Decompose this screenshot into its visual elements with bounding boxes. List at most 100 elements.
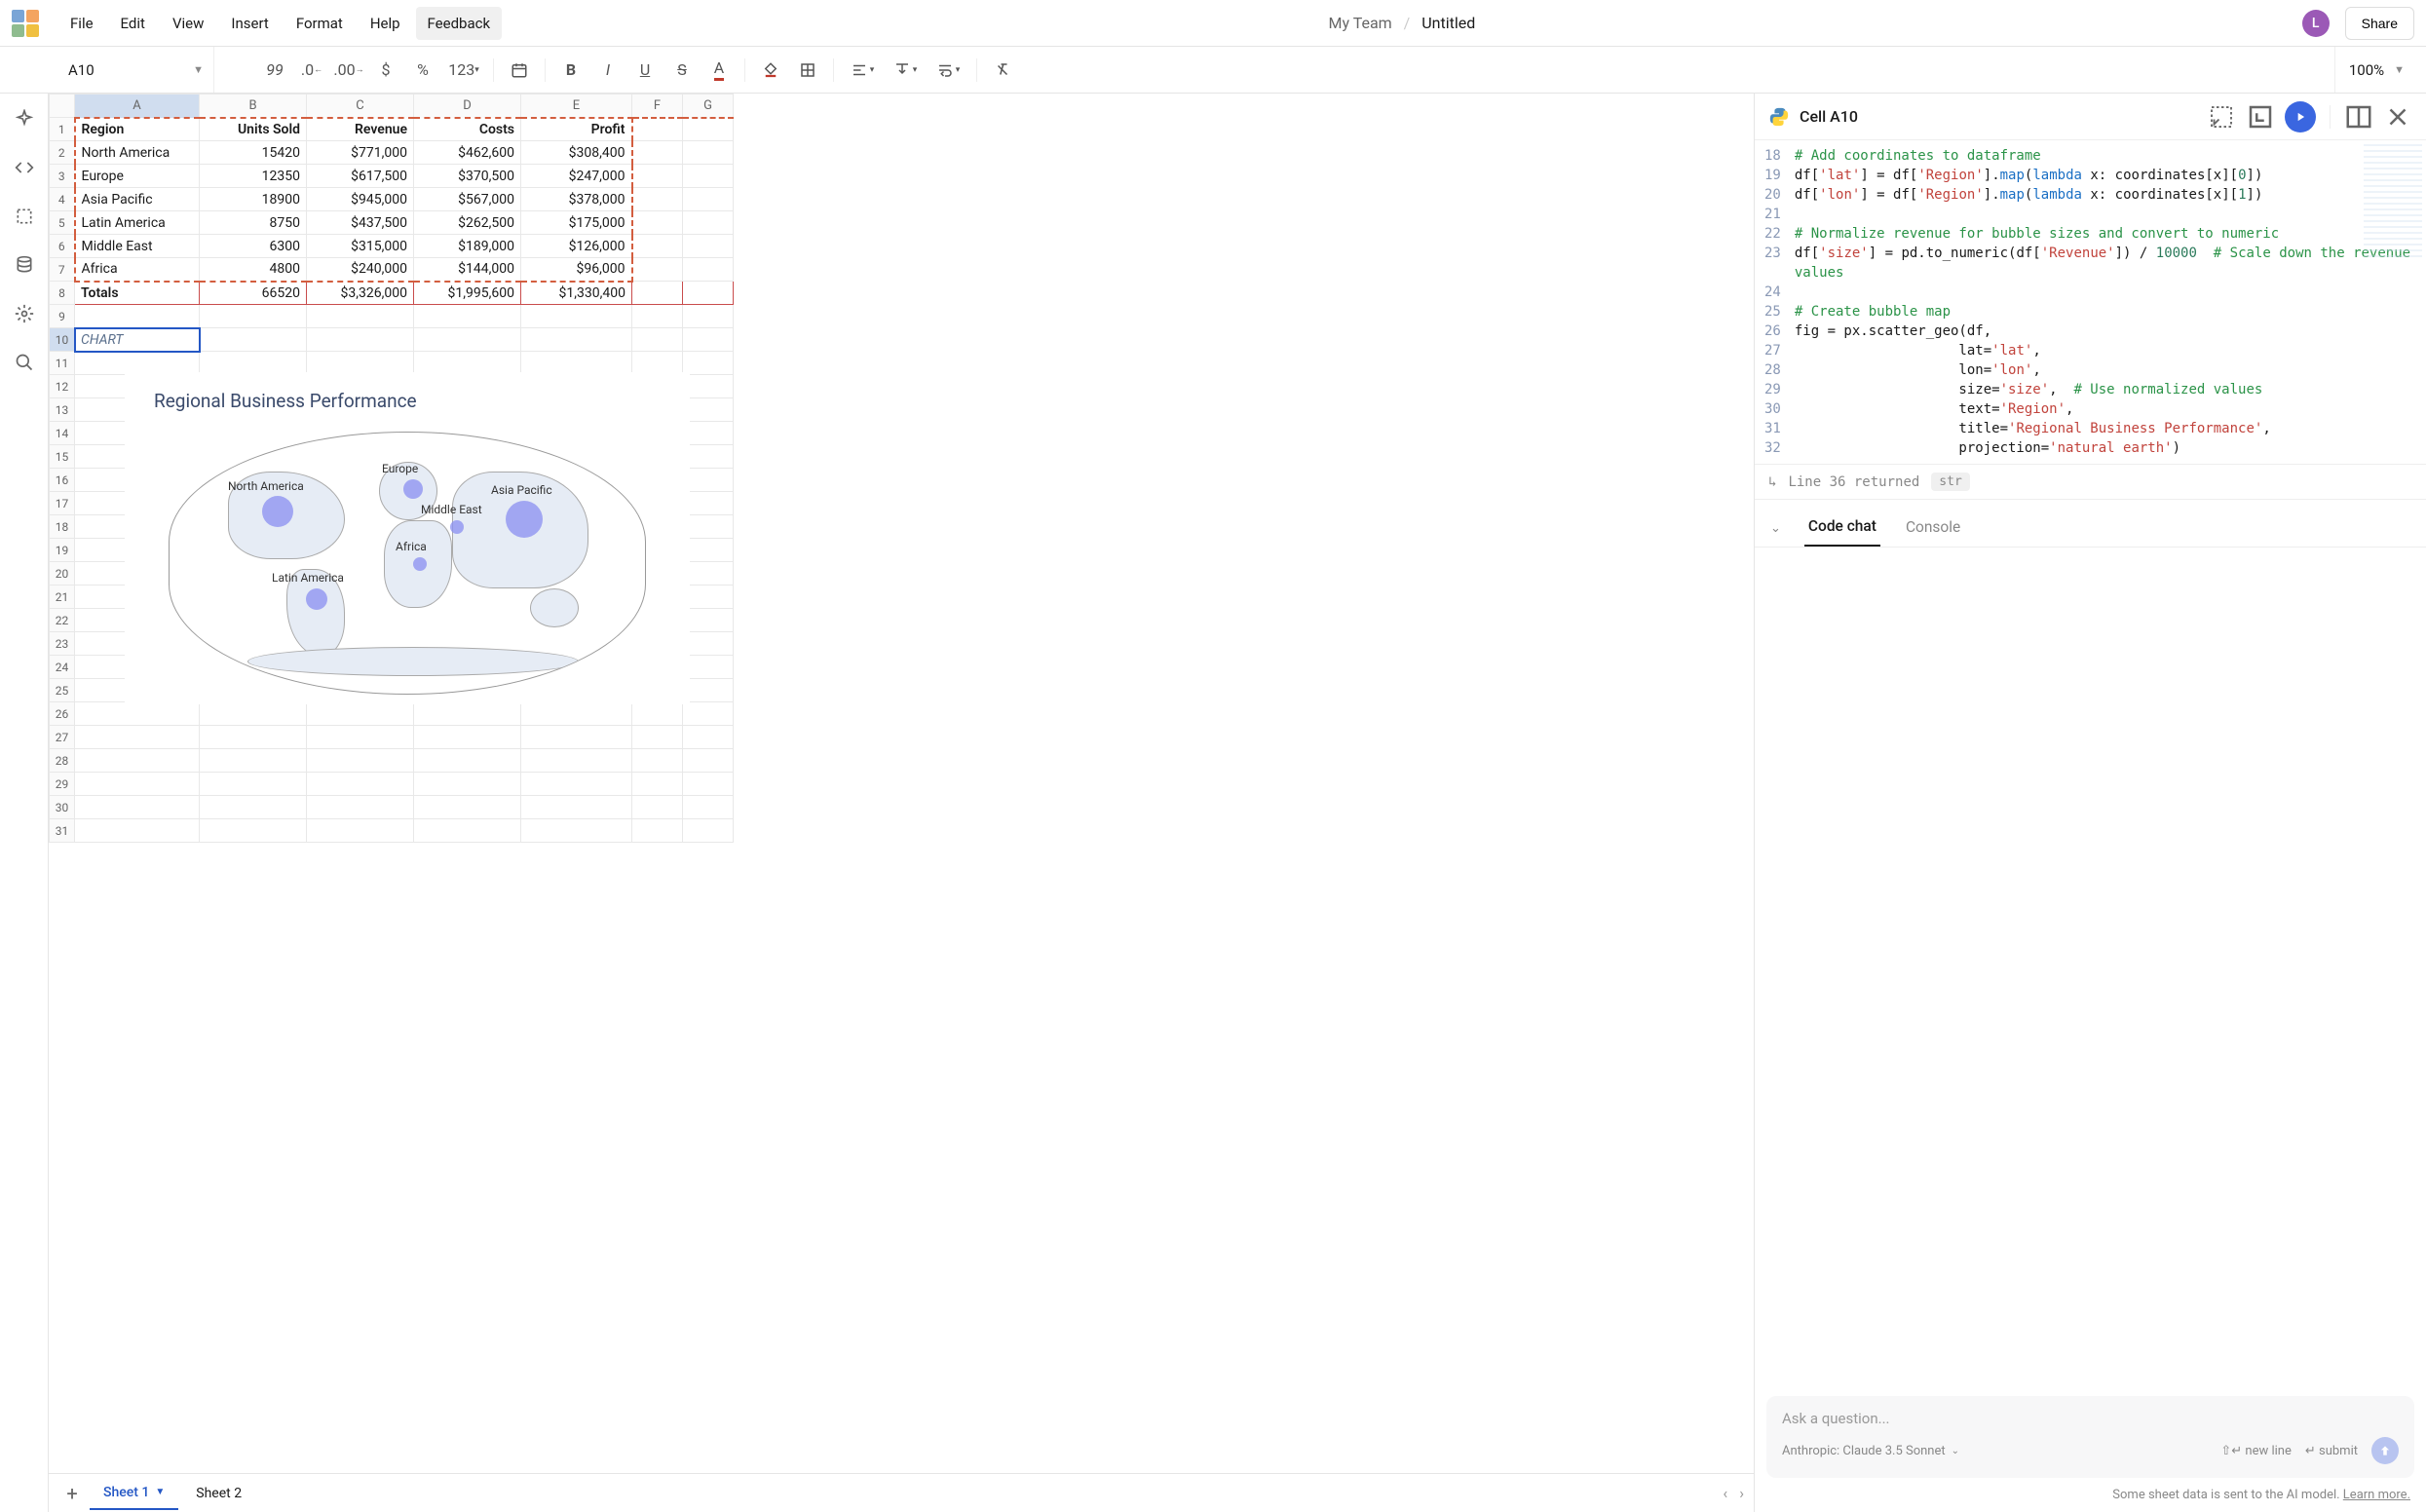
tab-code-chat[interactable]: Code chat: [1804, 510, 1880, 547]
cell[interactable]: 8750: [200, 211, 307, 235]
cell[interactable]: Asia Pacific: [75, 188, 200, 211]
menu-feedback[interactable]: Feedback: [416, 7, 503, 40]
cell[interactable]: $437,500: [307, 211, 414, 235]
cell[interactable]: $378,000: [521, 188, 632, 211]
settings-icon[interactable]: [9, 298, 40, 329]
row-header[interactable]: 24: [50, 656, 75, 679]
menu-format[interactable]: Format: [284, 7, 355, 40]
italic-button[interactable]: I: [590, 53, 625, 88]
menu-view[interactable]: View: [161, 7, 215, 40]
row-header[interactable]: 4: [50, 188, 75, 211]
borders-button[interactable]: [790, 53, 825, 88]
column-header[interactable]: E: [521, 94, 632, 118]
cell[interactable]: $945,000: [307, 188, 414, 211]
increase-decimal-button[interactable]: .00→: [331, 53, 366, 88]
row-header[interactable]: 26: [50, 702, 75, 726]
cell[interactable]: Europe: [75, 165, 200, 188]
cell[interactable]: Region: [75, 118, 200, 141]
row-header[interactable]: 10: [50, 328, 75, 352]
cell[interactable]: Africa: [75, 258, 200, 282]
spill-icon[interactable]: [2207, 102, 2236, 132]
menu-insert[interactable]: Insert: [219, 7, 280, 40]
row-header[interactable]: 3: [50, 165, 75, 188]
date-button[interactable]: [502, 53, 537, 88]
cell[interactable]: 4800: [200, 258, 307, 282]
select-icon[interactable]: [9, 201, 40, 232]
decrease-decimal-button[interactable]: .0←: [294, 53, 329, 88]
row-header[interactable]: 1: [50, 118, 75, 141]
cell-reference-box[interactable]: A10 ▼: [58, 47, 214, 93]
database-icon[interactable]: [9, 249, 40, 281]
sheet-next-button[interactable]: ›: [1739, 1484, 1744, 1502]
currency-button[interactable]: $: [368, 53, 403, 88]
row-header[interactable]: 31: [50, 819, 75, 843]
add-sheet-button[interactable]: +: [58, 1480, 86, 1507]
cell[interactable]: $189,000: [414, 235, 521, 258]
sheet-prev-button[interactable]: ‹: [1723, 1484, 1727, 1502]
sheet-tab-1[interactable]: Sheet 1▼: [90, 1477, 178, 1510]
menu-help[interactable]: Help: [359, 7, 412, 40]
row-header[interactable]: 8: [50, 282, 75, 305]
row-header[interactable]: 17: [50, 492, 75, 515]
cell[interactable]: $1,330,400: [521, 282, 632, 305]
app-logo[interactable]: [12, 10, 39, 37]
search-icon[interactable]: [9, 347, 40, 378]
expand-icon[interactable]: [2246, 102, 2275, 132]
row-header[interactable]: 12: [50, 375, 75, 398]
cell[interactable]: $247,000: [521, 165, 632, 188]
split-view-icon[interactable]: [2344, 102, 2373, 132]
wrap-button[interactable]: ▾: [928, 53, 968, 88]
percent-button[interactable]: %: [405, 53, 440, 88]
row-header[interactable]: 22: [50, 609, 75, 632]
model-selector[interactable]: Anthropic: Claude 3.5 Sonnet⌄: [1782, 1444, 1959, 1458]
clear-format-button[interactable]: [985, 53, 1020, 88]
row-header[interactable]: 25: [50, 679, 75, 702]
row-header[interactable]: 2: [50, 141, 75, 165]
code-minimap[interactable]: [2364, 144, 2422, 261]
menu-edit[interactable]: Edit: [109, 7, 157, 40]
send-button[interactable]: [2371, 1437, 2399, 1464]
code-editor[interactable]: 181920212223242526272829303132 # Add coo…: [1755, 140, 2426, 464]
breadcrumb-title[interactable]: Untitled: [1421, 14, 1475, 32]
sheet-tab-2[interactable]: Sheet 2: [182, 1478, 255, 1509]
underline-button[interactable]: U: [627, 53, 663, 88]
cell[interactable]: $771,000: [307, 141, 414, 165]
menu-file[interactable]: File: [58, 7, 105, 40]
cell[interactable]: 66520: [200, 282, 307, 305]
row-header[interactable]: 29: [50, 773, 75, 796]
row-header[interactable]: 14: [50, 422, 75, 445]
cell[interactable]: Profit: [521, 118, 632, 141]
learn-more-link[interactable]: Learn more.: [2343, 1488, 2410, 1502]
row-header[interactable]: 13: [50, 398, 75, 422]
text-color-button[interactable]: A: [701, 53, 737, 88]
select-all-corner[interactable]: [50, 94, 75, 118]
cell[interactable]: 18900: [200, 188, 307, 211]
cell[interactable]: $1,995,600: [414, 282, 521, 305]
row-header[interactable]: 9: [50, 305, 75, 328]
row-header[interactable]: 27: [50, 726, 75, 749]
cell[interactable]: Units Sold: [200, 118, 307, 141]
cell[interactable]: 6300: [200, 235, 307, 258]
row-header[interactable]: 16: [50, 469, 75, 492]
number-format-button[interactable]: 99: [257, 53, 292, 88]
cell[interactable]: $370,500: [414, 165, 521, 188]
column-header[interactable]: A: [75, 94, 200, 118]
cell[interactable]: $144,000: [414, 258, 521, 282]
column-header[interactable]: B: [200, 94, 307, 118]
row-header[interactable]: 23: [50, 632, 75, 656]
strikethrough-button[interactable]: S: [664, 53, 700, 88]
v-align-button[interactable]: ▾: [885, 53, 926, 88]
column-header[interactable]: F: [632, 94, 683, 118]
row-header[interactable]: 19: [50, 539, 75, 562]
cell[interactable]: $175,000: [521, 211, 632, 235]
column-header[interactable]: G: [683, 94, 734, 118]
row-header[interactable]: 5: [50, 211, 75, 235]
cell[interactable]: Totals: [75, 282, 200, 305]
cell[interactable]: Latin America: [75, 211, 200, 235]
ai-sparkle-icon[interactable]: [9, 103, 40, 134]
embedded-chart[interactable]: Regional Business Performance North Amer…: [125, 372, 690, 704]
bold-button[interactable]: B: [553, 53, 588, 88]
cell[interactable]: $262,500: [414, 211, 521, 235]
collapse-chat-icon[interactable]: ⌄: [1770, 521, 1781, 536]
close-icon[interactable]: [2383, 102, 2412, 132]
